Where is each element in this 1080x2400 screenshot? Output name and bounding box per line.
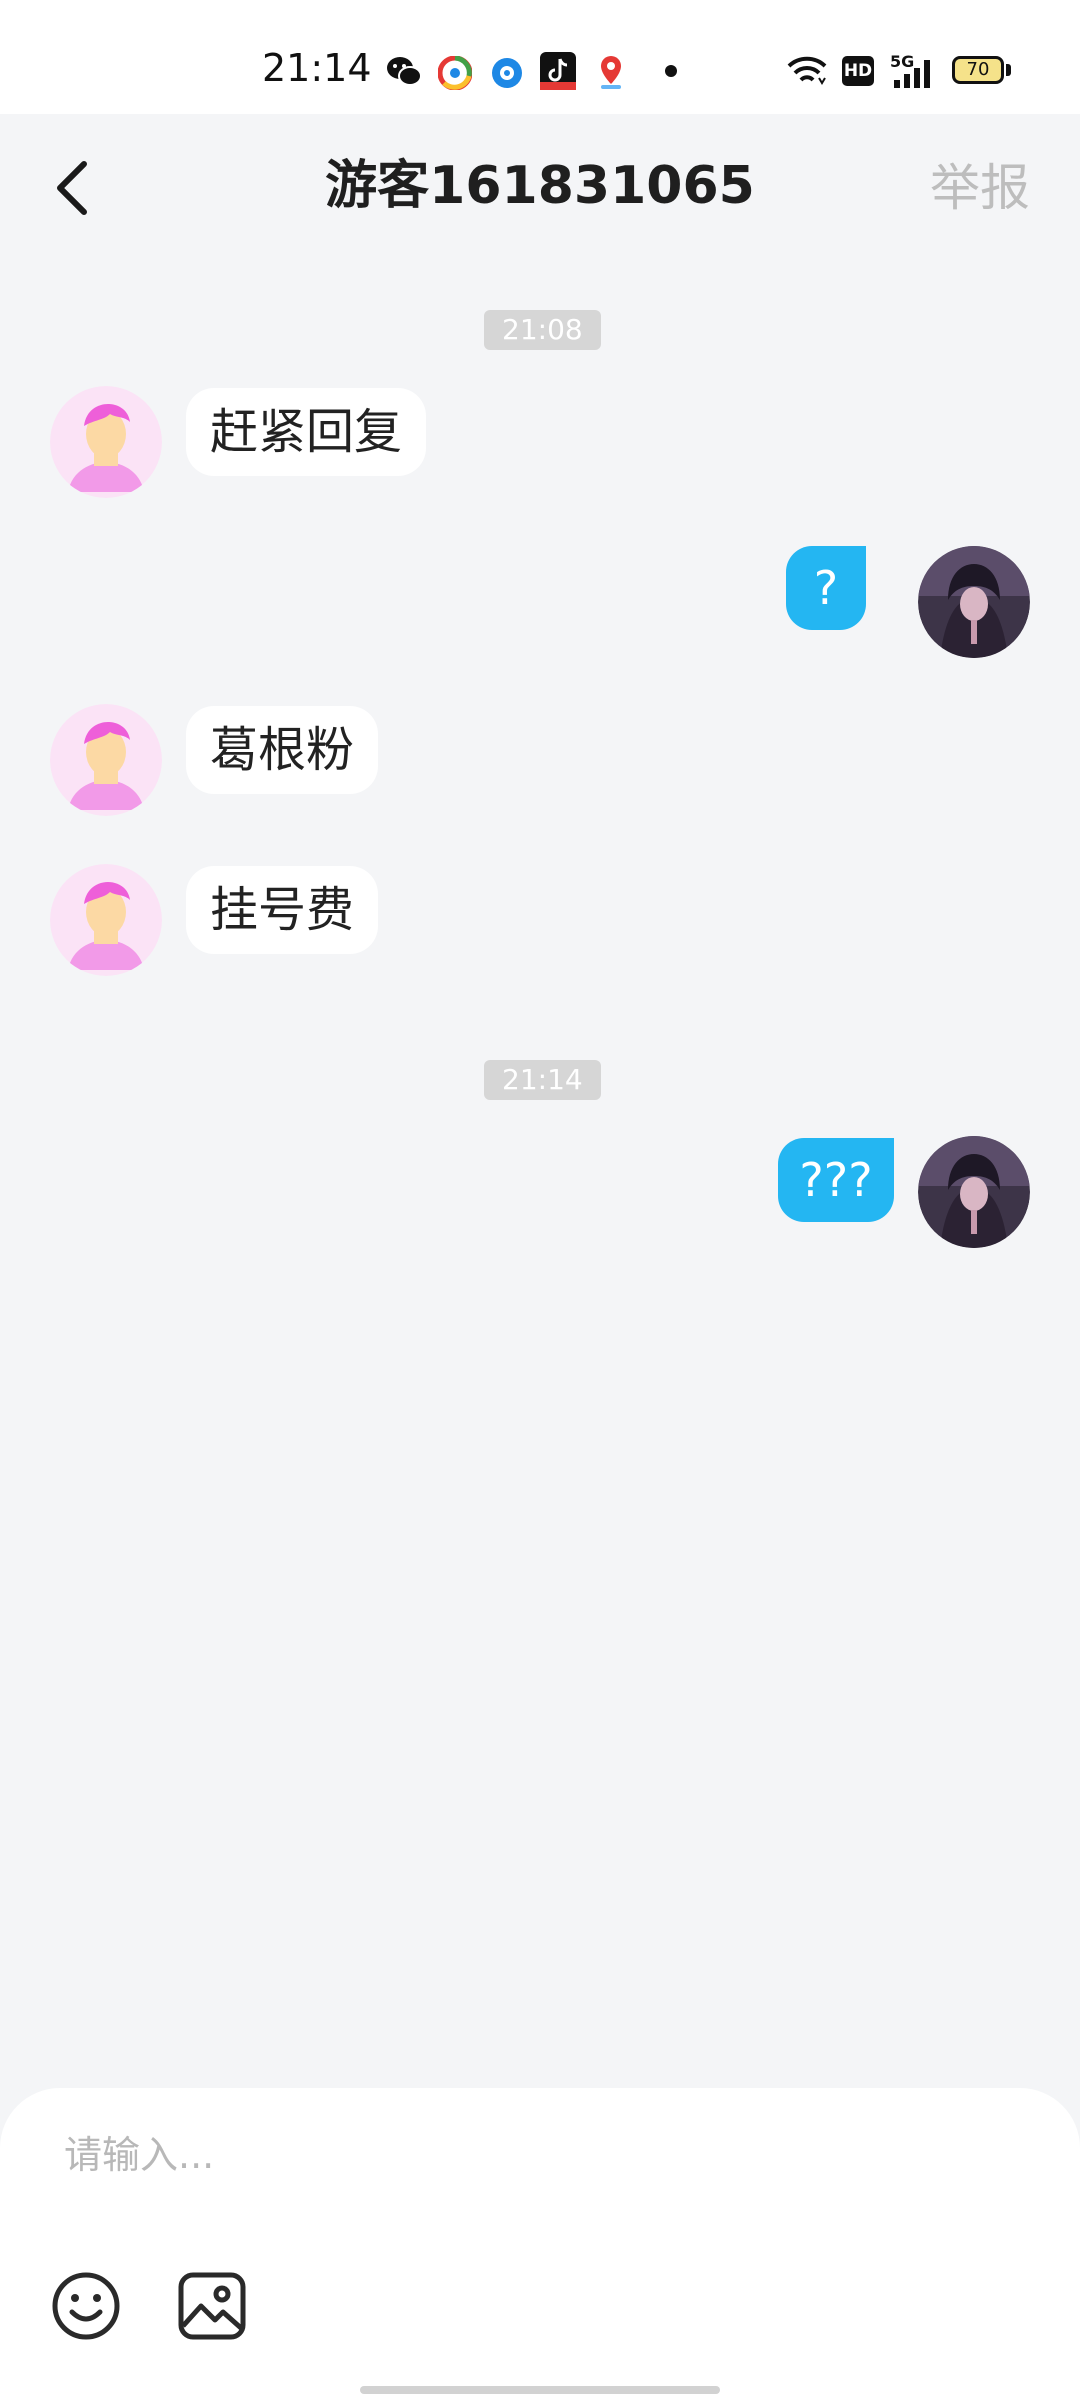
report-button[interactable]: 举报 [900, 154, 1030, 222]
tiktok-icon [540, 52, 576, 90]
back-button[interactable] [44, 150, 104, 222]
baidu-icon [492, 58, 522, 88]
home-indicator [360, 2386, 720, 2394]
chevron-left-icon [57, 161, 87, 215]
incoming-message: 赶紧回复 [186, 388, 427, 476]
status-bar: 21:14 HD 5G 70 [0, 0, 1080, 114]
user-avatar[interactable] [918, 546, 1030, 658]
timestamp-pill: 21:14 [484, 1060, 601, 1100]
hd-icon: HD [842, 56, 874, 86]
chat-header: 游客161831065 举报 [0, 114, 1080, 258]
page-title: 游客161831065 [325, 156, 755, 216]
dot-icon [665, 65, 677, 77]
composer-panel [0, 2088, 1080, 2400]
emoji-icon [52, 2272, 120, 2340]
user-avatar-image [918, 1136, 1030, 1248]
timestamp-pill: 21:08 [484, 310, 601, 350]
image-icon [178, 2272, 246, 2340]
status-time: 21:14 [262, 46, 372, 90]
contact-avatar[interactable] [50, 386, 162, 498]
browser-icon [438, 56, 472, 90]
wifi-icon [787, 56, 827, 85]
map-icon [601, 56, 621, 89]
contact-avatar[interactable] [50, 704, 162, 816]
user-avatar[interactable] [918, 1136, 1030, 1248]
image-button[interactable] [176, 2270, 248, 2342]
message-input[interactable] [62, 2108, 1016, 2202]
default-avatar-icon [50, 386, 162, 498]
incoming-message: 葛根粉 [186, 706, 379, 794]
user-avatar-image [918, 546, 1030, 658]
signal-icon [894, 60, 930, 88]
emoji-button[interactable] [50, 2270, 122, 2342]
outgoing-message: ? [786, 546, 866, 630]
default-avatar-icon [50, 704, 162, 816]
incoming-message: 挂号费 [186, 866, 379, 954]
battery-icon: 70 [952, 56, 1004, 84]
outgoing-message: ??? [778, 1138, 894, 1222]
contact-avatar[interactable] [50, 864, 162, 976]
default-avatar-icon [50, 864, 162, 976]
wechat-icon [387, 57, 422, 86]
battery-tip [1006, 64, 1011, 76]
